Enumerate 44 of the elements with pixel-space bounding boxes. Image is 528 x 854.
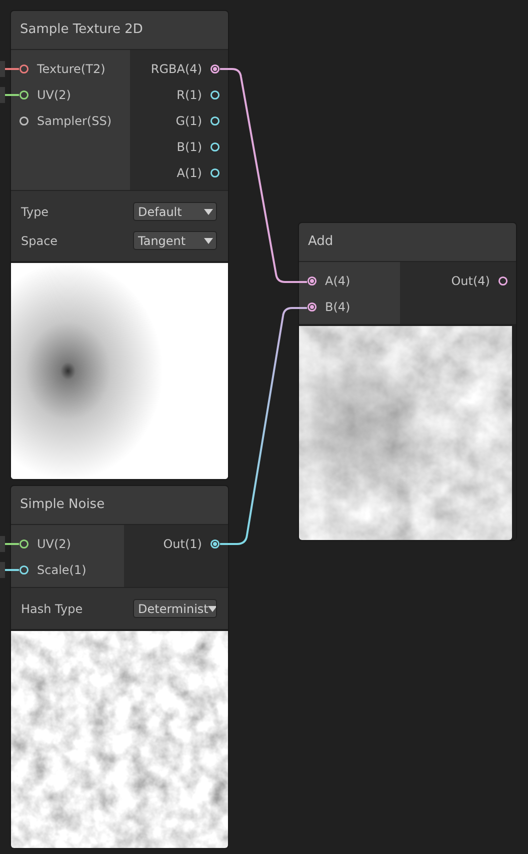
port-label: Out(4): [451, 273, 490, 290]
caret-icon: [204, 238, 213, 244]
caret-icon: [208, 606, 216, 612]
dropdown[interactable]: Determinist: [133, 599, 217, 618]
port-icon[interactable]: [19, 116, 29, 126]
port-icon[interactable]: [19, 90, 29, 100]
dropdown[interactable]: Default: [133, 202, 217, 221]
port-label: Scale(1): [37, 562, 86, 579]
stub-handle: [0, 61, 5, 77]
port-label: UV(2): [37, 536, 71, 553]
port-label: G(1): [176, 113, 202, 130]
stub-handle: [0, 87, 5, 103]
stub-handle: [0, 562, 5, 578]
node-title: Sample Texture 2D: [20, 21, 143, 40]
port-label: UV(2): [37, 87, 71, 104]
port-label: Sampler(SS): [37, 113, 112, 130]
port-icon[interactable]: [210, 116, 220, 126]
port-icon[interactable]: [210, 64, 220, 74]
port-label: B(1): [176, 139, 202, 156]
port-label: Out(1): [163, 536, 202, 553]
port-icon[interactable]: [19, 565, 29, 575]
port-icon[interactable]: [19, 539, 29, 549]
port-label: B(4): [325, 299, 350, 316]
port-label: RGBA(4): [150, 61, 202, 78]
port-label: Texture(T2): [37, 61, 106, 78]
node-title: Simple Noise: [20, 496, 105, 514]
port-icon[interactable]: [210, 142, 220, 152]
caret-icon: [204, 208, 213, 214]
port-label: R(1): [176, 87, 202, 104]
port-icon[interactable]: [307, 276, 317, 286]
port-icon[interactable]: [19, 64, 29, 74]
port-icon[interactable]: [210, 539, 220, 549]
port-icon[interactable]: [307, 302, 317, 312]
property-label: Type: [21, 204, 49, 220]
port-label: A(4): [325, 273, 350, 290]
port-icon[interactable]: [498, 276, 508, 286]
dropdown[interactable]: Tangent: [133, 231, 217, 250]
port-icon[interactable]: [210, 168, 220, 178]
port-label: A(1): [176, 165, 202, 182]
property-label: Hash Type: [21, 600, 83, 618]
property-label: Space: [21, 232, 58, 250]
node-title: Add: [308, 233, 334, 252]
stub-handle: [0, 536, 5, 552]
port-icon[interactable]: [210, 90, 220, 100]
